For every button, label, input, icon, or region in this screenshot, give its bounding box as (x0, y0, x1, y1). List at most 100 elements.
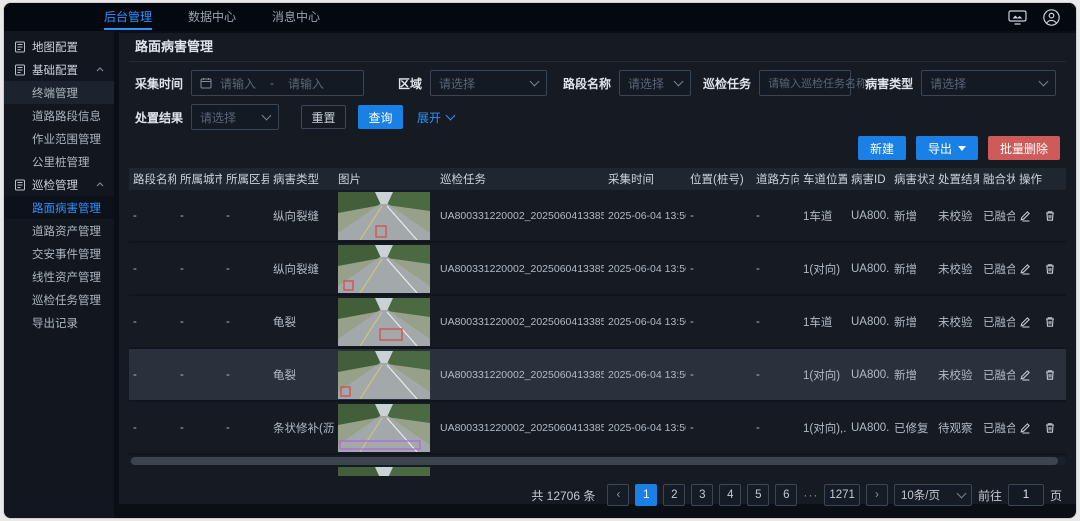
table-row[interactable]: ---纵向裂缝UA800331220002_202506041338520592… (129, 190, 1066, 243)
sidebar-item-6[interactable]: 巡检管理 (4, 173, 114, 196)
export-button[interactable]: 导出 (916, 136, 978, 160)
cell-road-name: - (129, 210, 176, 222)
expand-link[interactable]: 展开 (417, 109, 454, 126)
delete-icon[interactable] (1044, 316, 1056, 328)
app-window: 后台管理 数据中心 消息中心 地图配置基础配置终端管理道路路段信息作业范围管理公里桩… (3, 2, 1077, 519)
table-row[interactable]: ---条状修补(沥青)UA800331220002_20250604133852… (129, 402, 1066, 455)
cell-city: - (176, 316, 222, 328)
cell-disease-type: 纵向裂缝 (269, 261, 334, 277)
prev-page-button[interactable]: ‹ (607, 484, 629, 506)
scrollbar-thumb[interactable] (131, 457, 1058, 465)
chevron-down-icon (674, 77, 684, 87)
col-header-road-name: 路段名称 (129, 171, 176, 187)
col-header-road-direction: 道路方向 (752, 171, 799, 187)
disease-photo[interactable] (338, 192, 430, 240)
user-avatar-icon[interactable] (1043, 9, 1060, 26)
delete-icon[interactable] (1044, 422, 1056, 434)
cell-disease-id: UA800... (847, 422, 890, 434)
cell-city: - (176, 422, 222, 434)
sidebar-item-8[interactable]: 道路资产管理 (4, 219, 114, 242)
page-size-select[interactable]: 10条/页 (894, 484, 972, 506)
horizontal-scrollbar[interactable] (129, 457, 1066, 465)
edit-icon[interactable] (1019, 210, 1031, 222)
screen-monitor-icon[interactable] (1008, 10, 1027, 25)
road-name-select[interactable]: 请选择 (619, 70, 691, 96)
cell-road-direction: - (752, 369, 799, 381)
cell-fusion-status: 已融合 (979, 208, 1015, 224)
collect-time-range-input[interactable]: 请输入 - 请输入 (191, 70, 364, 96)
page-button-1271[interactable]: 1271 (824, 484, 860, 506)
chevron-down-icon (262, 111, 272, 121)
cell-city: - (176, 369, 222, 381)
edit-icon[interactable] (1019, 263, 1031, 275)
table-body: ---纵向裂缝UA800331220002_202506041338520592… (129, 190, 1066, 455)
reset-button[interactable]: 重置 (301, 105, 346, 129)
delete-icon[interactable] (1044, 263, 1056, 275)
col-header-operations: 操作 (1015, 171, 1068, 187)
cell-collect-time: 2025-06-04 13:50 (604, 263, 686, 275)
handle-result-select[interactable]: 请选择 (191, 104, 279, 130)
edit-icon[interactable] (1019, 316, 1031, 328)
table-row[interactable]: ---龟裂UA800331220002_20250604133852059202… (129, 349, 1066, 402)
edit-icon[interactable] (1019, 422, 1031, 434)
collect-time-label: 采集时间 (135, 75, 183, 92)
sidebar-item-9[interactable]: 交安事件管理 (4, 242, 114, 265)
disease-photo[interactable] (338, 245, 430, 293)
menu-doc-icon (14, 64, 26, 76)
cell-operations (1015, 316, 1068, 328)
total-count: 共 12706 条 (531, 487, 595, 504)
page-button-2[interactable]: 2 (663, 484, 685, 506)
page-button-6[interactable]: 6 (775, 484, 797, 506)
sidebar-item-2[interactable]: 终端管理 (4, 81, 114, 104)
disease-type-select[interactable]: 请选择 (921, 70, 1056, 96)
table-row[interactable]: ---纵向裂缝UA800331220002_202506041338520592… (129, 243, 1066, 296)
delete-icon[interactable] (1044, 210, 1056, 222)
nav-tab-1[interactable]: 数据中心 (188, 3, 236, 31)
region-select[interactable]: 请选择 (430, 70, 547, 96)
sidebar-item-10[interactable]: 线性资产管理 (4, 265, 114, 288)
delete-icon[interactable] (1044, 369, 1056, 381)
cell-road-name: - (129, 369, 176, 381)
inspection-task-input[interactable]: 请输入巡检任务名称 (759, 70, 851, 96)
cell-operations (1015, 263, 1068, 275)
sidebar-item-5[interactable]: 公里桩管理 (4, 150, 114, 173)
goto-page-input[interactable] (1008, 484, 1044, 506)
cell-handle-result: 未校验 (934, 261, 979, 277)
sidebar-item-7[interactable]: 路面病害管理 (4, 196, 114, 219)
search-button[interactable]: 查询 (358, 105, 403, 129)
chevron-down-icon (530, 77, 540, 87)
col-header-photo: 图片 (334, 171, 436, 187)
page-button-1[interactable]: 1 (635, 484, 657, 506)
sidebar-item-1[interactable]: 基础配置 (4, 58, 114, 81)
sidebar-item-12[interactable]: 导出记录 (4, 311, 114, 334)
disease-photo[interactable] (338, 351, 430, 399)
sidebar-item-0[interactable]: 地图配置 (4, 35, 114, 58)
cell-disease-id: UA800... (847, 369, 890, 381)
cell-disease-type: 龟裂 (269, 367, 334, 383)
page-button-3[interactable]: 3 (691, 484, 713, 506)
cell-county: - (222, 316, 269, 328)
create-button[interactable]: 新建 (858, 136, 906, 160)
chevron-down-icon (1039, 77, 1049, 87)
cell-disease-status: 已修复 (890, 420, 934, 436)
disease-photo[interactable] (338, 404, 430, 452)
batch-delete-button[interactable]: 批量删除 (988, 136, 1060, 160)
sidebar-item-11[interactable]: 巡检任务管理 (4, 288, 114, 311)
table-row[interactable]: ---龟裂UA800331220002_20250604133852059202… (129, 296, 1066, 349)
disease-photo[interactable] (338, 298, 430, 346)
cell-county: - (222, 263, 269, 275)
page-button-4[interactable]: 4 (719, 484, 741, 506)
nav-tab-2[interactable]: 消息中心 (272, 3, 320, 31)
chevron-down-icon (446, 111, 456, 121)
sidebar-item-3[interactable]: 道路路段信息 (4, 104, 114, 127)
next-page-button[interactable]: › (866, 484, 888, 506)
col-header-city: 所属城市 (176, 171, 222, 187)
cell-inspection-task: UA800331220002_20250604133852059 (436, 369, 604, 381)
cell-inspection-task: UA800331220002_20250604133852059 (436, 263, 604, 275)
col-header-collect-time: 采集时间 (604, 171, 686, 187)
nav-tab-0[interactable]: 后台管理 (104, 3, 152, 31)
sidebar-item-4[interactable]: 作业范围管理 (4, 127, 114, 150)
calendar-icon (200, 77, 212, 89)
edit-icon[interactable] (1019, 369, 1031, 381)
page-button-5[interactable]: 5 (747, 484, 769, 506)
